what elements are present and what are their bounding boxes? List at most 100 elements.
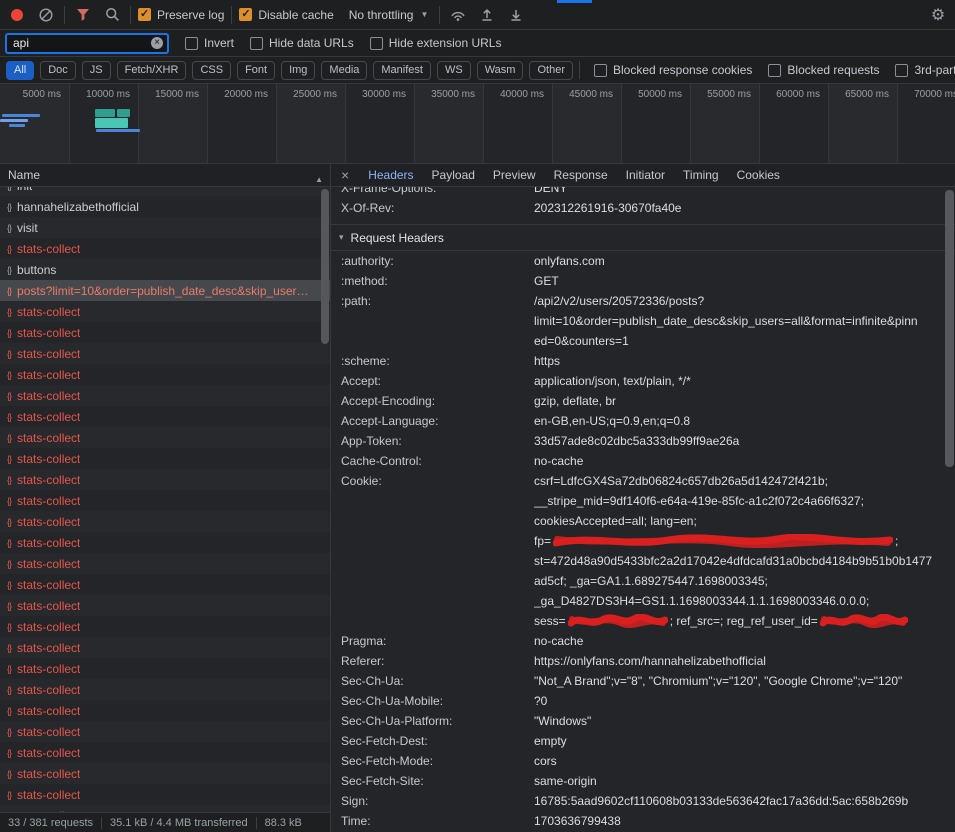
filter-chip-css[interactable]: CSS: [192, 61, 231, 80]
request-list-scrollbar[interactable]: [321, 189, 329, 344]
request-row[interactable]: {}stats-collect: [0, 805, 330, 812]
filter-chip-doc[interactable]: Doc: [40, 61, 76, 80]
header-row: Accept-Encoding:gzip, deflate, br: [331, 391, 955, 411]
checkbox-box[interactable]: [370, 37, 383, 50]
checkbox-box[interactable]: [895, 64, 908, 77]
checkbox-box[interactable]: [138, 8, 151, 21]
checkbox-box[interactable]: [250, 37, 263, 50]
request-row[interactable]: {}stats-collect: [0, 322, 330, 343]
network-conditions-button[interactable]: [447, 4, 469, 26]
request-row[interactable]: {}stats-collect: [0, 427, 330, 448]
clear-network-log-button[interactable]: [35, 4, 57, 26]
filter-chip-manifest[interactable]: Manifest: [373, 61, 431, 80]
header-value: onlyfans.com: [534, 251, 955, 271]
request-row[interactable]: {}stats-collect: [0, 532, 330, 553]
request-row[interactable]: {}stats-collect: [0, 637, 330, 658]
filter-chip-media[interactable]: Media: [321, 61, 367, 80]
filter-toggle-button[interactable]: [72, 4, 94, 26]
request-name: visit: [17, 221, 38, 235]
header-row: Cache-Control:no-cache: [331, 451, 955, 471]
request-row[interactable]: {}stats-collect: [0, 658, 330, 679]
checkbox-box[interactable]: [594, 64, 607, 77]
close-details-button[interactable]: ×: [331, 167, 359, 183]
header-row: Pragma:no-cache: [331, 631, 955, 651]
hide-extension-urls-checkbox[interactable]: Hide extension URLs: [370, 36, 502, 50]
filter-chip-other[interactable]: Other: [529, 61, 573, 80]
request-row[interactable]: {}stats-collect: [0, 721, 330, 742]
filter-chip-ws[interactable]: WS: [437, 61, 471, 80]
search-button[interactable]: [101, 4, 123, 26]
request-type-icon: {}: [7, 580, 11, 590]
tab-response[interactable]: Response: [545, 164, 617, 186]
tab-initiator[interactable]: Initiator: [617, 164, 674, 186]
request-row[interactable]: {}stats-collect: [0, 301, 330, 322]
filter-chip-wasm[interactable]: Wasm: [477, 61, 524, 80]
filter-chip-js[interactable]: JS: [82, 61, 111, 80]
filter-input[interactable]: [13, 36, 147, 50]
request-row[interactable]: {}hannahelizabethofficial: [0, 196, 330, 217]
invert-checkbox[interactable]: Invert: [185, 36, 234, 50]
header-name: Time:: [331, 811, 534, 831]
request-row[interactable]: {}stats-collect: [0, 553, 330, 574]
preserve-log-checkbox[interactable]: Preserve log: [138, 8, 224, 22]
checkbox-box[interactable]: [185, 37, 198, 50]
request-name: posts?limit=10&order=publish_date_desc&s…: [17, 284, 309, 298]
throttling-select[interactable]: No throttling ▼: [345, 8, 433, 22]
request-row[interactable]: {}stats-collect: [0, 784, 330, 805]
request-headers-section-header[interactable]: ▾ Request Headers: [331, 225, 955, 251]
request-type-icon: {}: [7, 706, 11, 716]
header-row: :authority:onlyfans.com: [331, 251, 955, 271]
search-icon: [105, 7, 120, 22]
name-column-header[interactable]: Name ▲: [0, 164, 330, 187]
request-row[interactable]: {}stats-collect: [0, 616, 330, 637]
request-name: stats-collect: [17, 410, 80, 424]
redaction-scribble: [820, 614, 908, 628]
request-row[interactable]: {}posts?limit=10&order=publish_date_desc…: [0, 280, 330, 301]
record-button[interactable]: [6, 4, 28, 26]
filter-chip-img[interactable]: Img: [281, 61, 315, 80]
request-row[interactable]: {}stats-collect: [0, 574, 330, 595]
request-row[interactable]: {}buttons: [0, 259, 330, 280]
request-row[interactable]: {}stats-collect: [0, 448, 330, 469]
request-name: stats-collect: [17, 515, 80, 529]
clear-filter-icon[interactable]: ×: [151, 37, 163, 49]
details-scrollbar[interactable]: [945, 190, 954, 467]
filter-chip-fetch-xhr[interactable]: Fetch/XHR: [117, 61, 187, 80]
request-row[interactable]: {}stats-collect: [0, 238, 330, 259]
request-row[interactable]: {}init: [0, 187, 330, 196]
request-row[interactable]: {}stats-collect: [0, 595, 330, 616]
filter-input-box[interactable]: ×: [5, 33, 169, 54]
checkbox-box[interactable]: [239, 8, 252, 21]
hide-data-urls-checkbox[interactable]: Hide data URLs: [250, 36, 354, 50]
request-row[interactable]: {}stats-collect: [0, 742, 330, 763]
export-har-button[interactable]: [505, 4, 527, 26]
checkbox-blocked-response-cookies[interactable]: Blocked response cookies: [594, 63, 752, 77]
disable-cache-checkbox[interactable]: Disable cache: [239, 8, 333, 22]
request-row[interactable]: {}stats-collect: [0, 385, 330, 406]
checkbox-blocked-requests[interactable]: Blocked requests: [768, 63, 879, 77]
request-row[interactable]: {}stats-collect: [0, 343, 330, 364]
checkbox-box[interactable]: [768, 64, 781, 77]
import-har-button[interactable]: [476, 4, 498, 26]
checkbox-3rd-party-requests[interactable]: 3rd-party requests: [895, 63, 955, 77]
request-row[interactable]: {}stats-collect: [0, 511, 330, 532]
settings-gear-button[interactable]: ⚙: [927, 4, 949, 26]
request-row[interactable]: {}stats-collect: [0, 679, 330, 700]
request-row[interactable]: {}stats-collect: [0, 364, 330, 385]
tab-payload[interactable]: Payload: [423, 164, 484, 186]
request-row[interactable]: {}stats-collect: [0, 700, 330, 721]
request-row[interactable]: {}stats-collect: [0, 469, 330, 490]
request-row[interactable]: {}stats-collect: [0, 406, 330, 427]
request-name: stats-collect: [17, 809, 80, 813]
filter-chip-font[interactable]: Font: [237, 61, 275, 80]
request-row[interactable]: {}visit: [0, 217, 330, 238]
filter-chip-all[interactable]: All: [6, 61, 34, 80]
tab-headers[interactable]: Headers: [359, 164, 422, 186]
request-type-icon: {}: [7, 475, 11, 485]
request-row[interactable]: {}stats-collect: [0, 763, 330, 784]
request-row[interactable]: {}stats-collect: [0, 490, 330, 511]
network-overview-timeline[interactable]: 5000 ms10000 ms15000 ms20000 ms25000 ms3…: [0, 84, 955, 164]
tab-preview[interactable]: Preview: [484, 164, 545, 186]
tab-cookies[interactable]: Cookies: [728, 164, 789, 186]
tab-timing[interactable]: Timing: [674, 164, 728, 186]
